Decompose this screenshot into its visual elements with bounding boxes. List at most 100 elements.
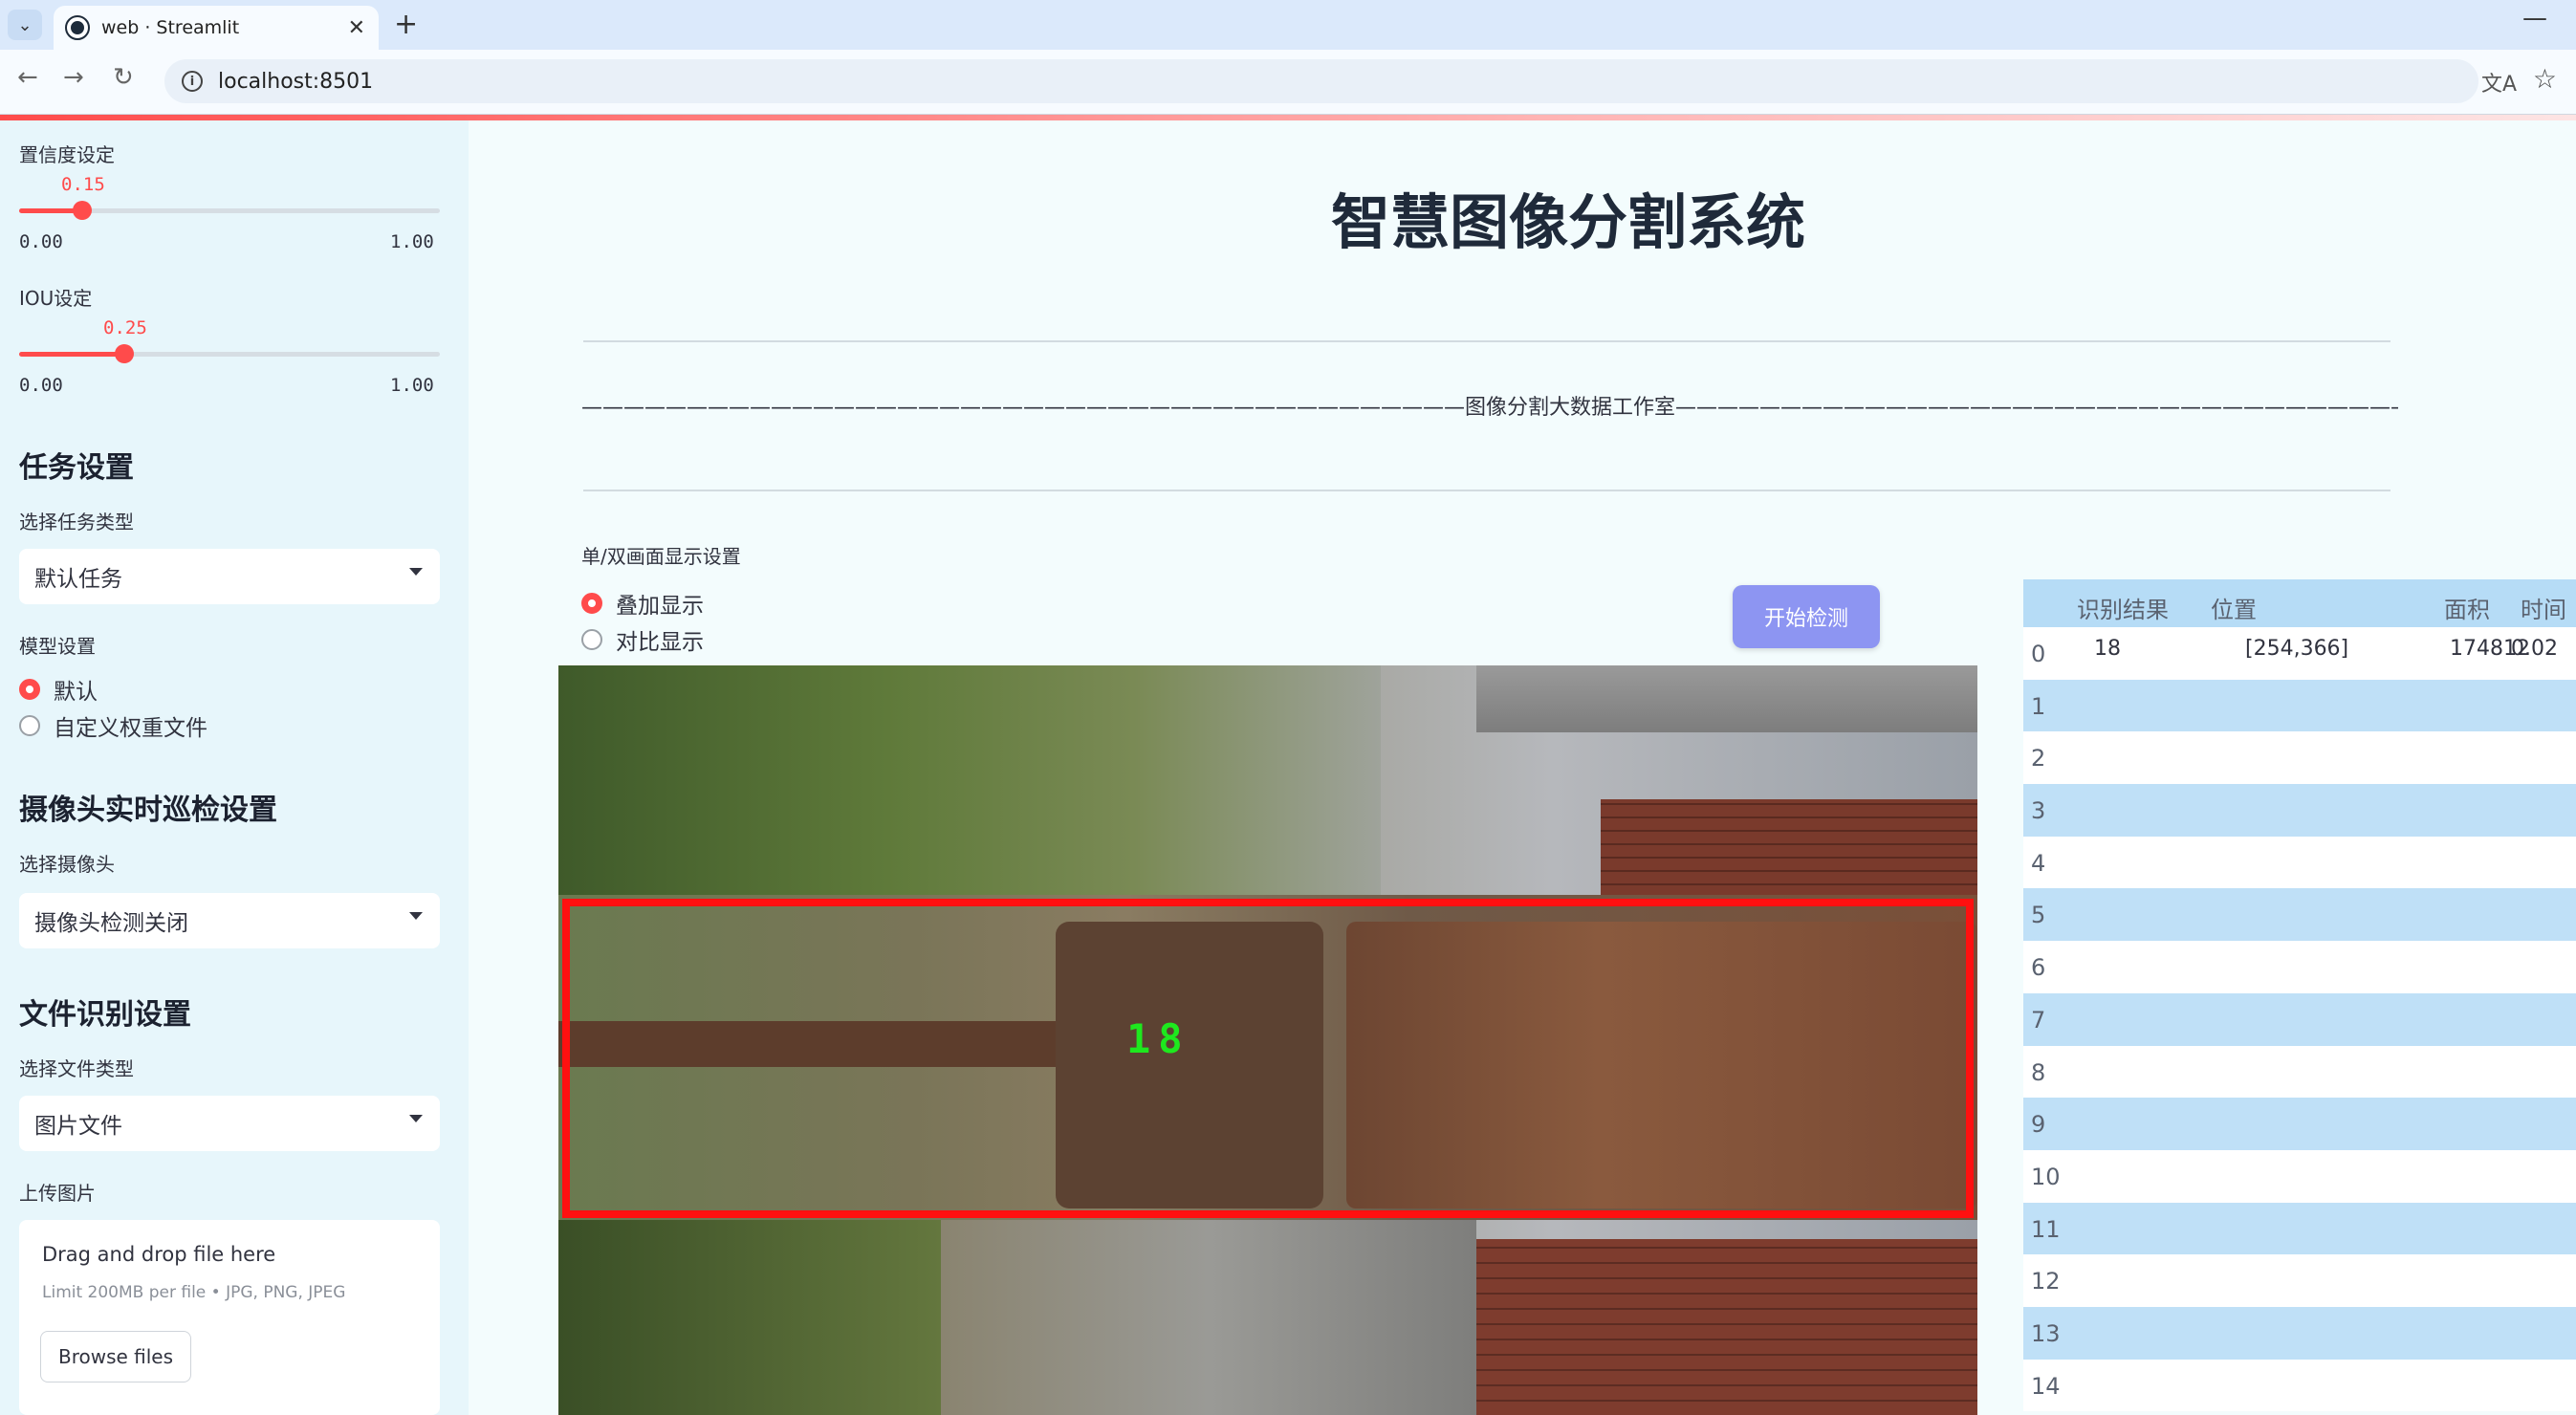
- file-settings-heading: 文件识别设置: [19, 998, 191, 1032]
- photo-path: [941, 1220, 1476, 1415]
- divider-line: [583, 490, 2390, 491]
- display-option-compare-label: 对比显示: [616, 630, 704, 655]
- row-index: 4: [2031, 849, 2046, 877]
- results-table[interactable]: 识别结果 位置 面积 时间 0 18 [254,366] 174812 0.02 1 2 3 4…: [2023, 579, 2576, 1412]
- file-type-label: 选择文件类型: [19, 1057, 134, 1080]
- photo-grass: [558, 1220, 941, 1415]
- row-index: 9: [2031, 1111, 2046, 1139]
- table-row[interactable]: 3: [2023, 784, 2576, 837]
- start-detection-button[interactable]: 开始检测: [1733, 585, 1880, 648]
- radio-unselected-icon: [581, 629, 602, 650]
- table-row[interactable]: 14: [2023, 1359, 2576, 1412]
- table-row[interactable]: 12: [2023, 1254, 2576, 1307]
- iou-label: IOU设定: [19, 287, 93, 310]
- tab-search-chevron-icon[interactable]: ⌄: [8, 10, 42, 40]
- row-index: 11: [2031, 1215, 2061, 1243]
- divider-line: [583, 340, 2390, 342]
- confidence-slider[interactable]: [19, 201, 440, 220]
- table-row[interactable]: 2: [2023, 731, 2576, 785]
- row-index: 13: [2031, 1319, 2061, 1347]
- display-option-overlay-label: 叠加显示: [616, 594, 704, 619]
- column-header-time[interactable]: 时间: [2521, 591, 2566, 624]
- iou-slider[interactable]: [19, 344, 440, 363]
- task-type-label: 选择任务类型: [19, 511, 134, 533]
- table-row[interactable]: 7: [2023, 992, 2576, 1046]
- forward-arrow-icon[interactable]: →: [63, 63, 84, 92]
- iou-slider-thumb[interactable]: [115, 344, 134, 363]
- studio-divider-text: ————————————————————————————————————————…: [581, 396, 2398, 420]
- column-header-position[interactable]: 位置: [2211, 591, 2257, 624]
- dropzone-limit: Limit 200MB per file • JPG, PNG, JPEG: [42, 1283, 346, 1302]
- new-tab-icon[interactable]: +: [394, 8, 418, 41]
- table-row[interactable]: 6: [2023, 941, 2576, 993]
- photo-brick-wall: [1476, 1239, 1977, 1415]
- file-dropzone[interactable]: Drag and drop file here Limit 200MB per …: [19, 1220, 440, 1415]
- column-header-area[interactable]: 面积: [2444, 591, 2490, 624]
- bookmark-star-icon[interactable]: ☆: [2533, 63, 2557, 95]
- table-row[interactable]: 13: [2023, 1306, 2576, 1360]
- task-type-value: 默认任务: [34, 567, 122, 592]
- confidence-max: 1.00: [390, 231, 434, 252]
- chevron-down-icon: [409, 912, 423, 920]
- row-index: 6: [2031, 954, 2046, 982]
- row-index: 1: [2031, 692, 2046, 720]
- task-type-select[interactable]: 默认任务: [19, 549, 440, 604]
- table-row[interactable]: 11: [2023, 1202, 2576, 1255]
- model-option-custom-label: 自定义权重文件: [54, 716, 207, 741]
- row-index: 14: [2031, 1372, 2061, 1400]
- camera-settings-heading: 摄像头实时巡检设置: [19, 794, 277, 827]
- iou-max: 1.00: [390, 375, 434, 396]
- display-option-overlay[interactable]: 叠加显示: [581, 587, 704, 620]
- table-row[interactable]: 0 18 [254,366] 174812 0.02: [2023, 627, 2576, 680]
- browser-tab[interactable]: web · Streamlit ✕: [54, 6, 379, 50]
- reload-icon[interactable]: ↻: [113, 63, 134, 92]
- chevron-down-icon: [409, 568, 423, 576]
- window-minimize-icon[interactable]: —: [2522, 4, 2547, 33]
- camera-select-label: 选择摄像头: [19, 853, 115, 876]
- table-body: 0 18 [254,366] 174812 0.02 1 2 3 4 5 6 7 8 9 10 11 12 13 1…: [2023, 627, 2576, 1412]
- row-index: 8: [2031, 1058, 2046, 1086]
- table-row[interactable]: 1: [2023, 679, 2576, 732]
- site-info-icon[interactable]: i: [182, 71, 203, 92]
- cell-position: [254,366]: [2245, 637, 2349, 661]
- url-text: localhost:8501: [218, 69, 374, 94]
- row-index: 12: [2031, 1268, 2061, 1295]
- streamlit-favicon-icon: [65, 15, 90, 40]
- radio-unselected-icon: [19, 715, 40, 736]
- row-index: 7: [2031, 1006, 2046, 1034]
- row-index: 2: [2031, 745, 2046, 773]
- radio-selected-icon: [581, 593, 602, 614]
- row-index: 0: [2031, 641, 2046, 667]
- confidence-min: 0.00: [19, 231, 63, 252]
- task-settings-heading: 任务设置: [19, 451, 134, 485]
- dropzone-title: Drag and drop file here: [42, 1243, 276, 1266]
- tab-close-icon[interactable]: ✕: [348, 16, 365, 40]
- browse-files-button[interactable]: Browse files: [40, 1331, 191, 1382]
- upload-label: 上传图片: [19, 1182, 96, 1205]
- model-option-custom[interactable]: 自定义权重文件: [19, 709, 207, 742]
- table-row[interactable]: 5: [2023, 888, 2576, 942]
- row-index: 3: [2031, 797, 2046, 825]
- detection-result-image: 18: [558, 665, 1977, 1415]
- iou-min: 0.00: [19, 375, 63, 396]
- row-index: 10: [2031, 1163, 2061, 1190]
- table-row[interactable]: 10: [2023, 1149, 2576, 1203]
- display-option-compare[interactable]: 对比显示: [581, 623, 704, 656]
- main-content: 智慧图像分割系统 ———————————————————————————————…: [469, 120, 2576, 1415]
- model-option-default[interactable]: 默认: [19, 673, 98, 706]
- detection-label: 18: [1126, 1015, 1190, 1062]
- url-field[interactable]: i localhost:8501: [164, 59, 2478, 103]
- file-type-select[interactable]: 图片文件: [19, 1096, 440, 1151]
- translate-icon[interactable]: 文A: [2481, 67, 2517, 98]
- table-row[interactable]: 4: [2023, 836, 2576, 889]
- iou-value: 0.25: [103, 317, 147, 338]
- detection-bounding-box: [562, 899, 1974, 1218]
- confidence-label: 置信度设定: [19, 143, 115, 166]
- table-row[interactable]: 9: [2023, 1098, 2576, 1150]
- column-header-result[interactable]: 识别结果: [2077, 591, 2169, 624]
- confidence-slider-thumb[interactable]: [73, 201, 92, 220]
- table-row[interactable]: 8: [2023, 1045, 2576, 1099]
- chevron-down-icon: [409, 1115, 423, 1122]
- back-arrow-icon[interactable]: ←: [17, 63, 38, 92]
- camera-select[interactable]: 摄像头检测关闭: [19, 893, 440, 948]
